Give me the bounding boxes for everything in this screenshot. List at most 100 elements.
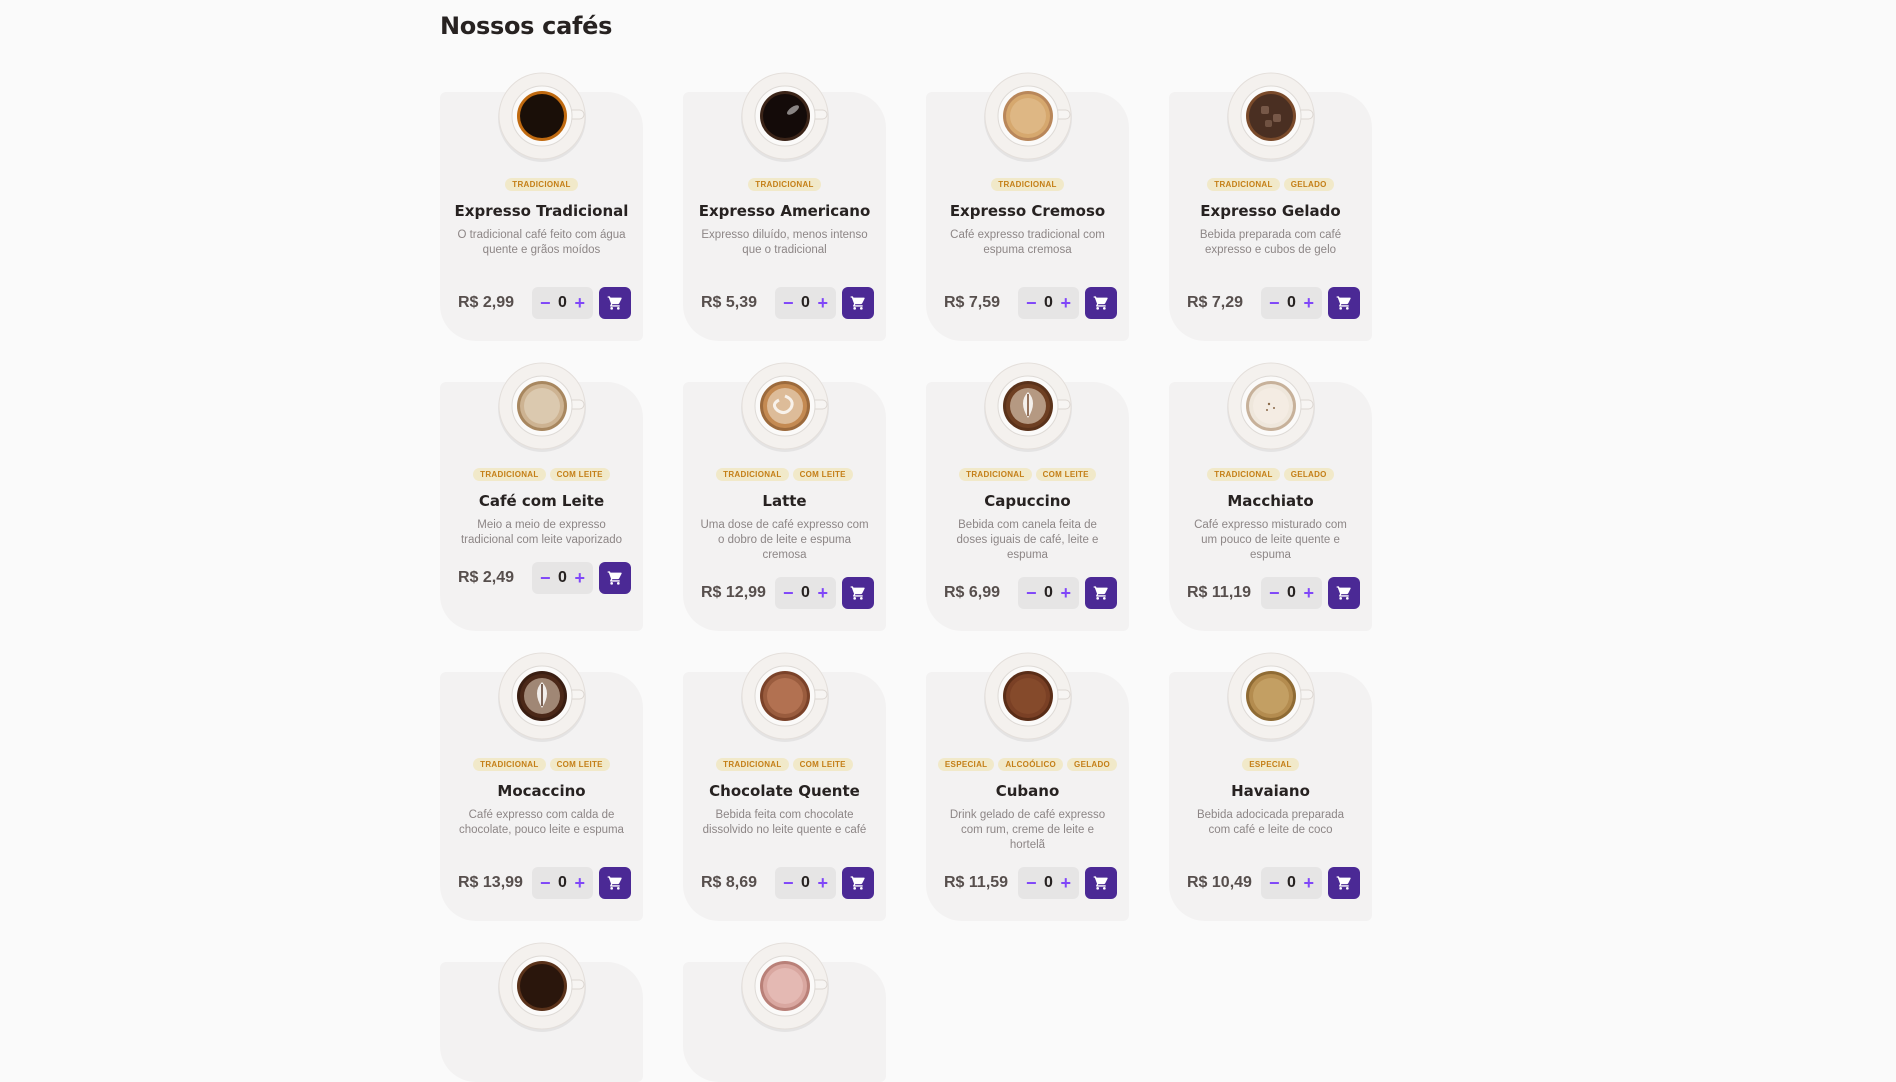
add-to-cart-button[interactable] [842,287,874,319]
plus-button[interactable]: + [1060,584,1071,602]
coffee-card: TRADICIONAL Expresso Americano Expresso … [683,72,886,341]
tag-list: ESPECIAL [1242,758,1299,771]
coffee-price: R$ 10,49 [1187,874,1252,891]
add-to-cart-button[interactable] [842,867,874,899]
add-to-cart-button[interactable] [599,562,631,594]
minus-button[interactable]: − [1026,874,1037,892]
quantity-stepper: − 0 + [531,867,593,899]
tag-list: TRADICIONAL COM LEITE [473,468,610,481]
add-to-cart-button[interactable] [1085,577,1117,609]
coffee-cup-image [496,360,588,452]
tag-list: TRADICIONAL GELADO [1207,178,1334,191]
tag-list: TRADICIONAL COM LEITE [959,468,1096,481]
plus-button[interactable]: + [1303,294,1314,312]
quantity-value: 0 [558,294,567,311]
quantity-value: 0 [801,294,810,311]
coffee-name: Latte [762,492,807,510]
coffee-price: R$ 12,99 [701,584,766,601]
minus-button[interactable]: − [783,294,794,312]
minus-button[interactable]: − [540,874,551,892]
minus-button[interactable]: − [1026,584,1037,602]
quantity-value: 0 [1044,294,1053,311]
plus-button[interactable]: + [817,294,828,312]
shopping-cart-icon [850,296,865,310]
card-footer: R$ 7,59 − 0 + [944,287,1117,319]
coffee-price: R$ 7,29 [1187,294,1244,311]
add-to-cart-button[interactable] [842,577,874,609]
coffee-cup-image [1225,70,1317,162]
coffee-name: Expresso Tradicional [454,202,629,220]
plus-button[interactable]: + [1060,874,1071,892]
coffee-description: Café expresso com calda de chocolate, po… [459,809,624,836]
minus-button[interactable]: − [783,584,794,602]
coffee-cup-image [739,360,831,452]
coffee-tag: TRADICIONAL [473,758,546,771]
plus-button[interactable]: + [1060,294,1071,312]
card-footer: R$ 10,49 − 0 + [1187,867,1360,899]
minus-button[interactable]: − [540,294,551,312]
add-to-cart-button[interactable] [599,867,631,899]
add-to-cart-button[interactable] [1085,867,1117,899]
plus-button[interactable]: + [574,874,585,892]
plus-button[interactable]: + [1303,874,1314,892]
coffee-tag: ALCOÓLICO [998,758,1064,771]
coffee-card: TRADICIONAL Expresso Cremoso Café expres… [926,72,1129,341]
minus-button[interactable]: − [1269,584,1280,602]
coffee-cup-image [982,650,1074,742]
coffee-cup-image [1225,360,1317,452]
coffee-cup-image [496,650,588,742]
add-to-cart-button[interactable] [1328,287,1360,319]
plus-button[interactable]: + [1303,584,1314,602]
quantity-value: 0 [1044,874,1053,891]
coffee-cup-image [982,70,1074,162]
coffee-tag: TRADICIONAL [505,178,578,191]
coffee-description: Bebida adocicada preparada com café e le… [1196,809,1345,836]
coffee-tag: TRADICIONAL [1207,468,1280,481]
add-to-cart-button[interactable] [1328,577,1360,609]
tag-list: TRADICIONAL COM LEITE [473,758,610,771]
shopping-cart-icon [850,876,865,890]
coffee-description: Expresso diluído, menos intenso que o tr… [701,229,868,256]
plus-button[interactable]: + [817,584,828,602]
plus-button[interactable]: + [817,874,828,892]
shopping-cart-icon [607,571,622,585]
plus-button[interactable]: + [574,569,585,587]
card-footer: R$ 5,39 − 0 + [701,287,874,319]
tag-list: TRADICIONAL [505,178,578,191]
add-to-cart-button[interactable] [1085,287,1117,319]
coffee-card: TRADICIONAL COM LEITE Café com Leite Meio… [440,362,643,631]
quantity-value: 0 [558,569,567,586]
coffee-description: Café expresso tradicional com espuma cre… [950,229,1105,256]
coffee-description: Bebida preparada com café expresso e cub… [1199,229,1342,256]
minus-button[interactable]: − [783,874,794,892]
card-footer: R$ 2,99 − 0 + [458,287,631,319]
plus-button[interactable]: + [574,294,585,312]
quantity-value: 0 [1287,874,1296,891]
coffee-name: Cubano [995,782,1060,800]
card-footer: R$ 6,99 − 0 + [944,577,1117,609]
add-to-cart-button[interactable] [1328,867,1360,899]
coffee-price: R$ 8,69 [701,874,758,891]
add-to-cart-button[interactable] [599,287,631,319]
coffee-name: Macchiato [1227,492,1314,510]
coffee-name: Mocaccino [497,782,586,800]
minus-button[interactable]: − [1269,874,1280,892]
coffee-price: R$ 2,99 [458,294,515,311]
minus-button[interactable]: − [1026,294,1037,312]
tag-list: TRADICIONAL GELADO [1207,468,1334,481]
minus-button[interactable]: − [1269,294,1280,312]
coffee-price: R$ 13,99 [458,874,523,891]
shopping-cart-icon [1093,586,1108,600]
card-footer: R$ 12,99 − 0 + [701,577,874,609]
quantity-value: 0 [1287,584,1296,601]
coffee-card: ESPECIAL Havaiano Bebida adocicada prepa… [1169,652,1372,921]
coffee-tag: COM LEITE [792,758,853,771]
coffee-card-partial [683,942,886,1082]
tag-list: TRADICIONAL COM LEITE [716,758,853,771]
coffee-description: Drink gelado de café expresso com rum, c… [949,809,1106,851]
coffee-tag: TRADICIONAL [991,178,1064,191]
shopping-cart-icon [1336,296,1351,310]
coffee-description: Café expresso misturado com um pouco de … [1194,519,1347,561]
minus-button[interactable]: − [540,569,551,587]
tag-list: TRADICIONAL [991,178,1064,191]
